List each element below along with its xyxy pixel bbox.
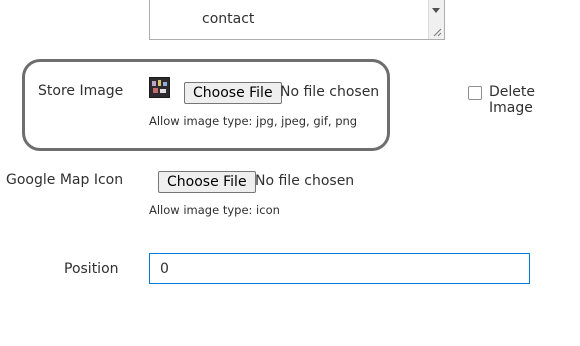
multiselect-option[interactable]: contact [202,11,254,27]
store-image-choose-file-button[interactable]: Choose File [184,82,282,104]
store-image-type-note: Allow image type: jpg, jpeg, gif, png [149,114,358,128]
store-image-no-file-text: No file chosen [280,84,380,100]
store-multiselect[interactable]: contact contact [149,0,445,40]
store-image-thumbnail [149,77,170,98]
google-map-icon-label: Google Map Icon [6,172,124,188]
resize-grip-icon[interactable] [432,27,442,37]
map-icon-choose-file-button[interactable]: Choose File [158,171,256,193]
multiselect-group-label: contact [180,0,235,4]
map-icon-type-note: Allow image type: icon [149,203,280,217]
store-image-highlight [22,59,390,151]
delete-image-checkbox[interactable] [468,86,482,100]
position-label: Position [64,261,119,277]
scroll-down-arrow-icon[interactable] [432,8,440,13]
store-image-label: Store Image [38,83,124,99]
delete-image-label[interactable]: Delete Image [489,84,580,116]
map-icon-no-file-text: No file chosen [255,173,355,189]
position-input[interactable] [149,253,530,284]
image-preview-icon [150,78,169,97]
